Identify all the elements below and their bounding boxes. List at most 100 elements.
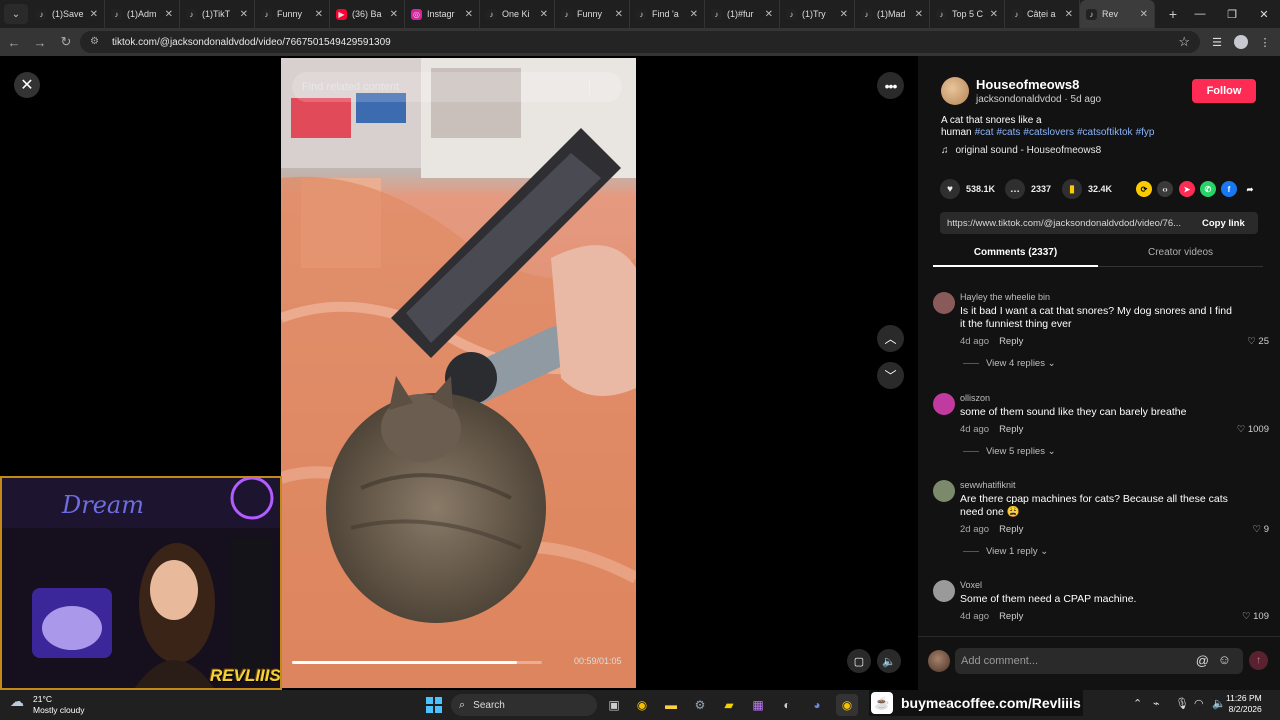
- send-comment-button[interactable]: ↑: [1249, 651, 1268, 670]
- commenter-name[interactable]: sewwhatifiknit: [960, 480, 1016, 490]
- weather-cloud-icon[interactable]: ☁: [10, 693, 24, 710]
- comment-like-button[interactable]: ♡ 25: [1247, 336, 1269, 347]
- tab-close-icon[interactable]: ✕: [840, 9, 848, 20]
- view-replies-button[interactable]: View 4 replies ⌄: [963, 358, 1056, 369]
- address-bar[interactable]: ⚙ tiktok.com/@jacksondonaldvdod/video/76…: [80, 31, 1200, 53]
- video-player[interactable]: [281, 58, 636, 688]
- author-handle[interactable]: jacksondonaldvdod: [976, 94, 1062, 105]
- file-explorer-icon[interactable]: ▬: [660, 694, 682, 716]
- hashtag-link[interactable]: #cats: [996, 127, 1020, 138]
- author-name[interactable]: Houseofmeows8: [976, 77, 1079, 92]
- send-to-friends-icon[interactable]: ➤: [1179, 181, 1195, 197]
- save-button[interactable]: ▮ 32.4K: [1062, 179, 1112, 199]
- browser-tab[interactable]: ♪ Câței a ✕: [1005, 0, 1080, 28]
- browser-tab[interactable]: ▶ (36) Ba ✕: [330, 0, 405, 28]
- close-window-icon[interactable]: ✕: [1248, 0, 1280, 28]
- sticky-notes-icon[interactable]: ▰: [718, 694, 740, 716]
- browser-tab[interactable]: ◎ Instagr ✕: [405, 0, 480, 28]
- tab-close-icon[interactable]: ✕: [240, 9, 248, 20]
- taskbar-clock[interactable]: 11:26 PM 8/2/2026: [1226, 693, 1262, 715]
- discord-icon[interactable]: ◕: [806, 694, 828, 716]
- author-avatar[interactable]: [941, 77, 969, 105]
- view-replies-button[interactable]: View 1 reply ⌄: [963, 546, 1048, 557]
- profile-avatar-icon[interactable]: [1230, 31, 1252, 53]
- reply-button[interactable]: Reply: [999, 424, 1023, 435]
- browser-tab[interactable]: ♪ Rev ✕: [1080, 0, 1155, 28]
- tray-overflow-icon[interactable]: ⌃: [1133, 697, 1142, 710]
- more-options-button[interactable]: •••: [877, 72, 904, 99]
- notification-app-icon[interactable]: ◐: [776, 694, 798, 716]
- commenter-name[interactable]: Voxel: [960, 580, 982, 590]
- commenter-avatar[interactable]: [933, 292, 955, 314]
- site-info-icon[interactable]: ⚙: [90, 36, 102, 48]
- hashtag-link[interactable]: #cat: [975, 127, 994, 138]
- hashtag-link[interactable]: #catslovers: [1023, 127, 1074, 138]
- tab-close-icon[interactable]: ✕: [690, 9, 698, 20]
- browser-tab[interactable]: ♪ Top 5 C ✕: [930, 0, 1005, 28]
- reload-icon[interactable]: ↻: [54, 30, 78, 54]
- tab-close-icon[interactable]: ✕: [465, 9, 473, 20]
- browser-menu-icon[interactable]: ⋮: [1254, 31, 1276, 53]
- browser-tab[interactable]: ♪ (1)TikT ✕: [180, 0, 255, 28]
- tab-close-icon[interactable]: ✕: [915, 9, 923, 20]
- app-icon[interactable]: ▦: [747, 694, 769, 716]
- browser-tab[interactable]: ♪ (1)#fur ✕: [705, 0, 780, 28]
- settings-gear-icon[interactable]: ⚙: [689, 694, 711, 716]
- forward-arrow-icon[interactable]: →: [28, 30, 52, 54]
- search-icon[interactable]: ⌕: [606, 78, 613, 94]
- back-arrow-icon[interactable]: ←: [2, 30, 26, 54]
- mini-player-button[interactable]: ▢: [847, 649, 871, 673]
- wifi-icon[interactable]: ◠: [1194, 697, 1204, 710]
- mention-at-icon[interactable]: @: [1196, 653, 1209, 668]
- browser-tab[interactable]: ♪ Find 'a ✕: [630, 0, 705, 28]
- commenter-name[interactable]: olliszon: [960, 393, 990, 403]
- minimize-icon[interactable]: —: [1184, 0, 1216, 28]
- next-video-button[interactable]: ﹀: [877, 362, 904, 389]
- reading-list-icon[interactable]: ☰: [1206, 31, 1228, 53]
- copy-link-button[interactable]: Copy link: [1202, 218, 1245, 229]
- tab-close-icon[interactable]: ✕: [990, 9, 998, 20]
- weather-widget[interactable]: 21°C Mostly cloudy: [33, 694, 85, 716]
- tab-close-icon[interactable]: ✕: [765, 9, 773, 20]
- reply-button[interactable]: Reply: [999, 336, 1023, 347]
- volume-button[interactable]: 🔈: [877, 649, 901, 673]
- chrome-icon[interactable]: ◉: [631, 694, 653, 716]
- like-button[interactable]: ♥ 538.1K: [940, 179, 995, 199]
- restore-icon[interactable]: ❐: [1216, 0, 1248, 28]
- browser-tab[interactable]: ♪ One Ki ✕: [480, 0, 555, 28]
- new-tab-button[interactable]: +: [1161, 6, 1185, 22]
- hashtag-link[interactable]: #catsoftiktok: [1077, 127, 1133, 138]
- task-view-icon[interactable]: ▣: [603, 694, 625, 716]
- tab-creator-videos[interactable]: Creator videos: [1098, 247, 1263, 258]
- previous-video-button[interactable]: ︿: [877, 325, 904, 352]
- emoji-icon[interactable]: ☺: [1218, 652, 1231, 667]
- close-video-button[interactable]: ✕: [14, 72, 40, 98]
- reply-button[interactable]: Reply: [999, 524, 1023, 535]
- windows-start-icon[interactable]: [426, 697, 442, 713]
- bookmark-star-icon[interactable]: ☆: [1178, 34, 1190, 50]
- browser-tab[interactable]: ♪ Funny ✕: [255, 0, 330, 28]
- browser-tab[interactable]: ♪ (1)Adm ✕: [105, 0, 180, 28]
- commenter-avatar[interactable]: [933, 580, 955, 602]
- browser-tab[interactable]: ♪ Funny ✕: [555, 0, 630, 28]
- commenter-avatar[interactable]: [933, 480, 955, 502]
- repost-icon[interactable]: ⟳: [1136, 181, 1152, 197]
- browser-tab[interactable]: ♪ (1)Try ✕: [780, 0, 855, 28]
- comment-like-button[interactable]: ♡ 1009: [1237, 424, 1269, 435]
- tab-close-icon[interactable]: ✕: [1140, 9, 1148, 20]
- view-replies-button[interactable]: View 5 replies ⌄: [963, 446, 1056, 457]
- chrome-active-icon[interactable]: ◉: [836, 694, 858, 716]
- comment-like-button[interactable]: ♡ 109: [1242, 611, 1269, 622]
- sound-line[interactable]: ♫ original sound - Houseofmeows8: [941, 145, 1101, 156]
- tab-close-icon[interactable]: ✕: [165, 9, 173, 20]
- comment-button[interactable]: … 2337: [1005, 179, 1051, 199]
- follow-button[interactable]: Follow: [1192, 79, 1256, 103]
- comment-input[interactable]: Add comment... @ ☺: [955, 648, 1243, 674]
- share-link-url[interactable]: https://www.tiktok.com/@jacksondonaldvdo…: [940, 218, 1190, 229]
- reply-button[interactable]: Reply: [999, 611, 1023, 622]
- volume-tray-icon[interactable]: 🔈: [1212, 697, 1226, 710]
- tab-comments[interactable]: Comments (2337): [933, 247, 1098, 258]
- whatsapp-icon[interactable]: ✆: [1200, 181, 1216, 197]
- video-progress-bar[interactable]: [292, 661, 542, 664]
- commenter-name[interactable]: Hayley the wheelie bin: [960, 292, 1050, 302]
